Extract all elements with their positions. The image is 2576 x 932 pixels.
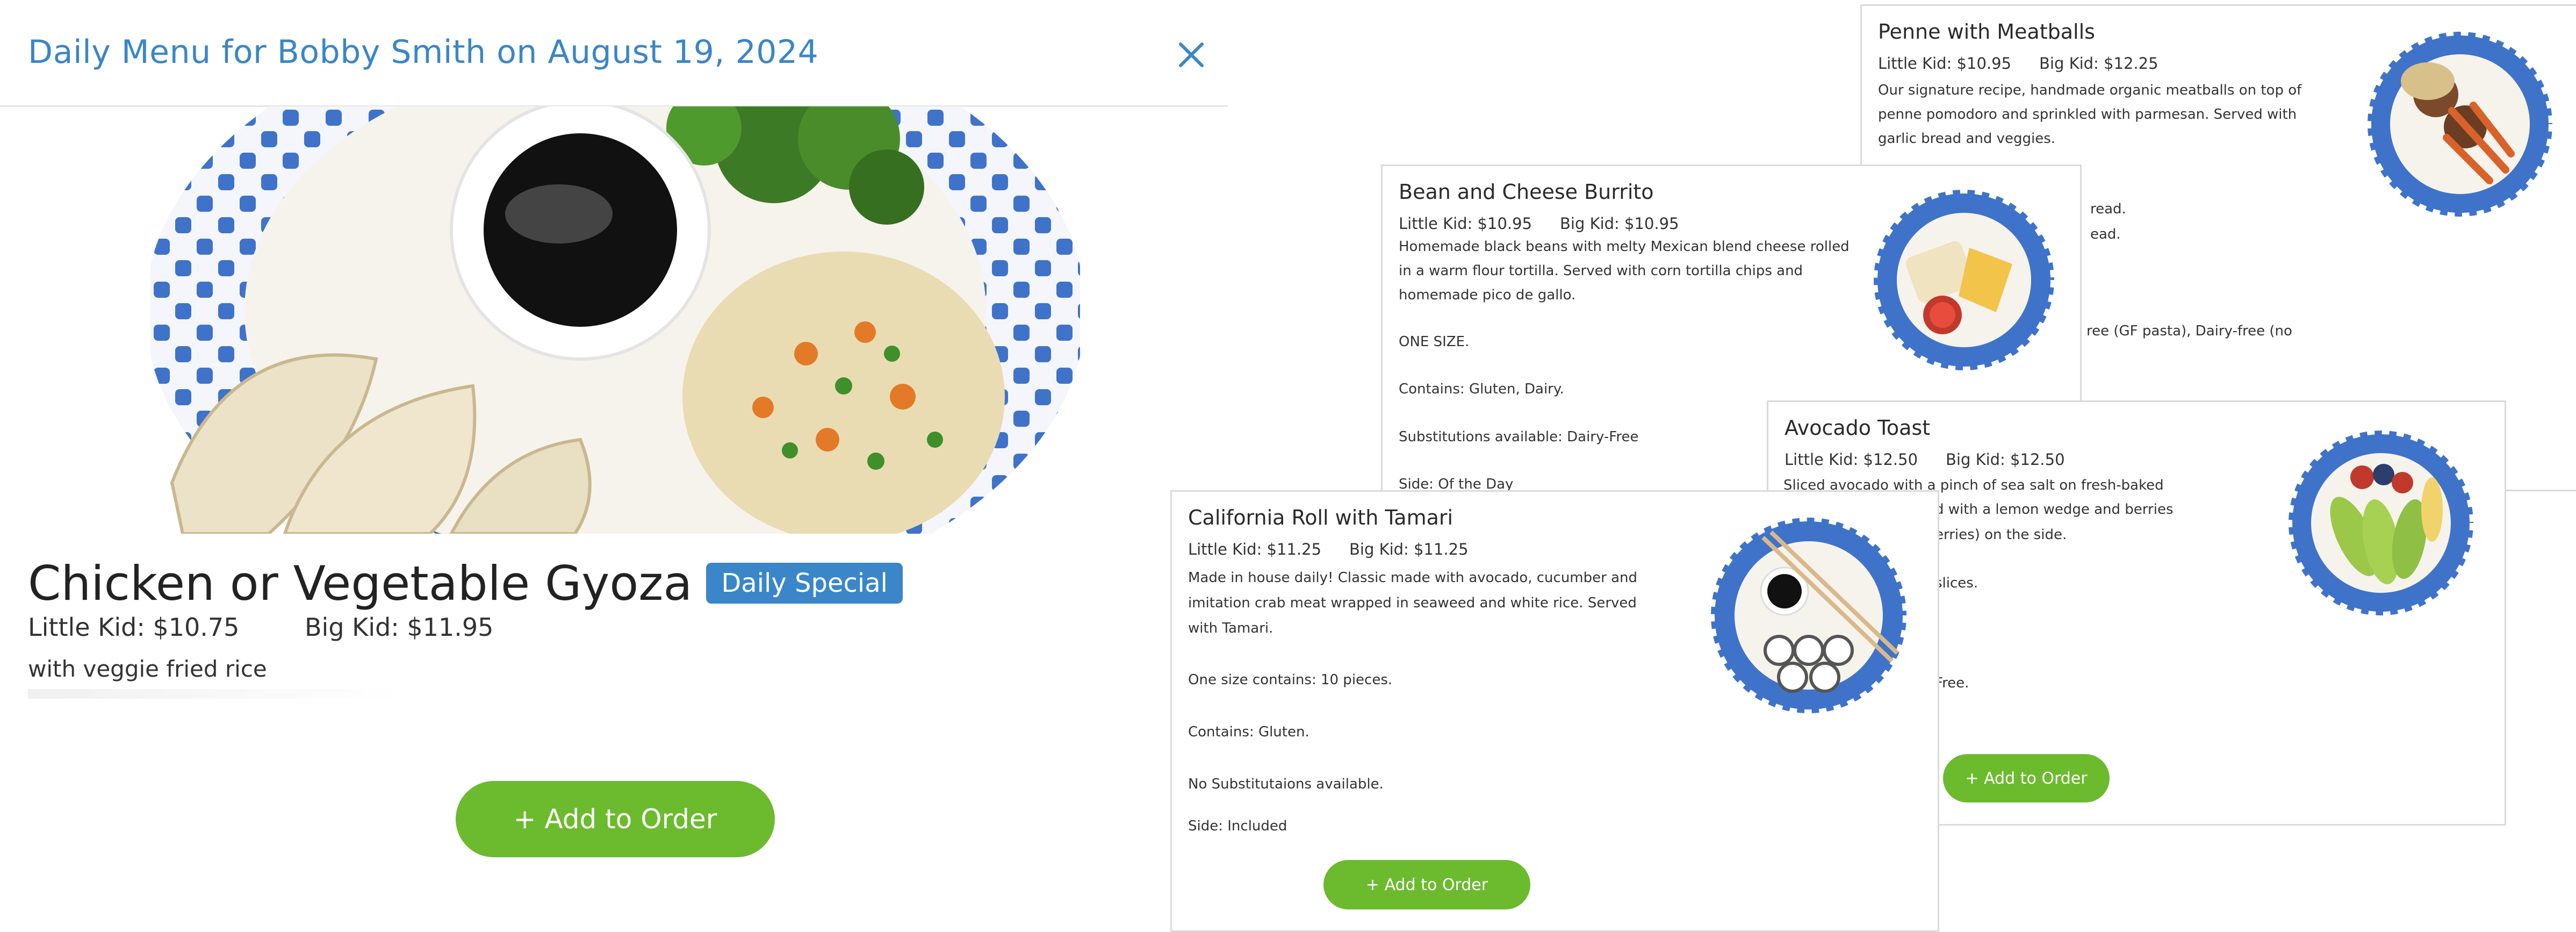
add-to-order-button[interactable]: + Add to Order (456, 781, 775, 857)
card-prices: Little Kid: $10.95 Big Kid: $10.95 (1399, 214, 1679, 233)
card-title: Penne with Meatballs (1878, 20, 2095, 44)
big-kid-price: Big Kid: $11.25 (1349, 540, 1469, 558)
daily-special-badge: Daily Special (706, 563, 903, 604)
card-title: Bean and Cheese Burrito (1399, 180, 1654, 204)
add-to-order-button[interactable]: + Add to Order (1943, 754, 2110, 802)
big-kid-price: Big Kid: $10.95 (1560, 214, 1679, 233)
dish-name: Chicken or Vegetable Gyoza (28, 555, 693, 611)
card-substitutions-line: No Substitutaions available. (1188, 776, 1384, 792)
card-contains-line: Contains: Gluten. (1188, 724, 1309, 740)
add-to-order-button[interactable]: + Add to Order (1323, 860, 1530, 909)
burrito-photo (1873, 189, 2055, 371)
card-prices: Little Kid: $12.50 Big Kid: $12.50 (1785, 450, 2065, 469)
big-kid-price: Big Kid: $12.25 (2039, 54, 2158, 73)
card-side-line: Side: Included (1188, 818, 1287, 834)
card-description-line: Made in house daily! Classic made with a… (1188, 570, 1637, 586)
little-kid-price: Little Kid: $10.75 (28, 613, 240, 642)
daily-menu-modal: Daily Menu for Bobby Smith on August 19,… (0, 0, 1228, 929)
little-kid-price: Little Kid: $11.25 (1188, 540, 1322, 558)
card-contains-line: Contains: Gluten, Dairy. (1399, 381, 1564, 397)
little-kid-price: Little Kid: $12.50 (1785, 450, 1918, 469)
card-text-fragment: ree (GF pasta), Dairy-free (no (2086, 323, 2292, 339)
california-roll-photo (1709, 516, 1908, 715)
card-description-line: in a warm flour tortilla. Served with co… (1399, 263, 1803, 279)
card-text-fragment: ead. (2090, 226, 2121, 242)
card-description-line: Homemade black beans with melty Mexican … (1399, 239, 1850, 255)
card-prices: Little Kid: $11.25 Big Kid: $11.25 (1188, 540, 1469, 558)
dish-title-row: Chicken or Vegetable Gyoza Daily Special (28, 554, 903, 613)
card-text-fragment: erries) on the side. (1935, 527, 2067, 543)
little-kid-price: Little Kid: $10.95 (1878, 54, 2012, 73)
little-kid-price: Little Kid: $10.95 (1399, 214, 1532, 233)
faded-text-line (28, 689, 404, 699)
card-text-fragment: Free. (1935, 675, 1969, 691)
card-size-line: One size contains: 10 pieces. (1188, 672, 1393, 688)
card-description-line: garlic bread and veggies. (1878, 131, 2056, 147)
card-description-line: with Tamari. (1188, 620, 1273, 636)
dish-description: with veggie fried rice (28, 656, 267, 682)
modal-header: Daily Menu for Bobby Smith on August 19,… (0, 0, 1228, 107)
card-description-line: homemade pico de gallo. (1399, 287, 1576, 303)
price-row: Little Kid: $10.75 Big Kid: $11.95 (28, 613, 493, 642)
card-text-fragment: d with a lemon wedge and berries (1935, 501, 2174, 518)
big-kid-price: Big Kid: $12.50 (1946, 450, 2065, 469)
card-description-line: penne pomodoro and sprinkled with parmes… (1878, 106, 2297, 123)
card-text-fragment: slices. (1935, 575, 1978, 591)
dish-photo (150, 106, 1080, 534)
card-size-line: ONE SIZE. (1399, 334, 1470, 350)
menu-card-california-roll: California Roll with Tamari Little Kid: … (1170, 490, 1939, 932)
card-text-fragment: read. (2090, 201, 2126, 217)
card-prices: Little Kid: $10.95 Big Kid: $12.25 (1878, 54, 2158, 73)
card-description-line: Our signature recipe, handmade organic m… (1878, 82, 2302, 98)
card-title: California Roll with Tamari (1188, 506, 1454, 529)
card-substitutions-line: Substitutions available: Dairy-Free (1399, 429, 1639, 445)
modal-title: Daily Menu for Bobby Smith on August 19,… (28, 33, 819, 71)
card-description-line: imitation crab meat wrapped in seaweed a… (1188, 595, 1637, 611)
card-title: Avocado Toast (1785, 416, 1931, 440)
avocado-toast-photo (2287, 429, 2475, 617)
penne-photo (2366, 30, 2554, 218)
close-icon[interactable] (1174, 38, 1208, 72)
big-kid-price: Big Kid: $11.95 (305, 613, 494, 642)
